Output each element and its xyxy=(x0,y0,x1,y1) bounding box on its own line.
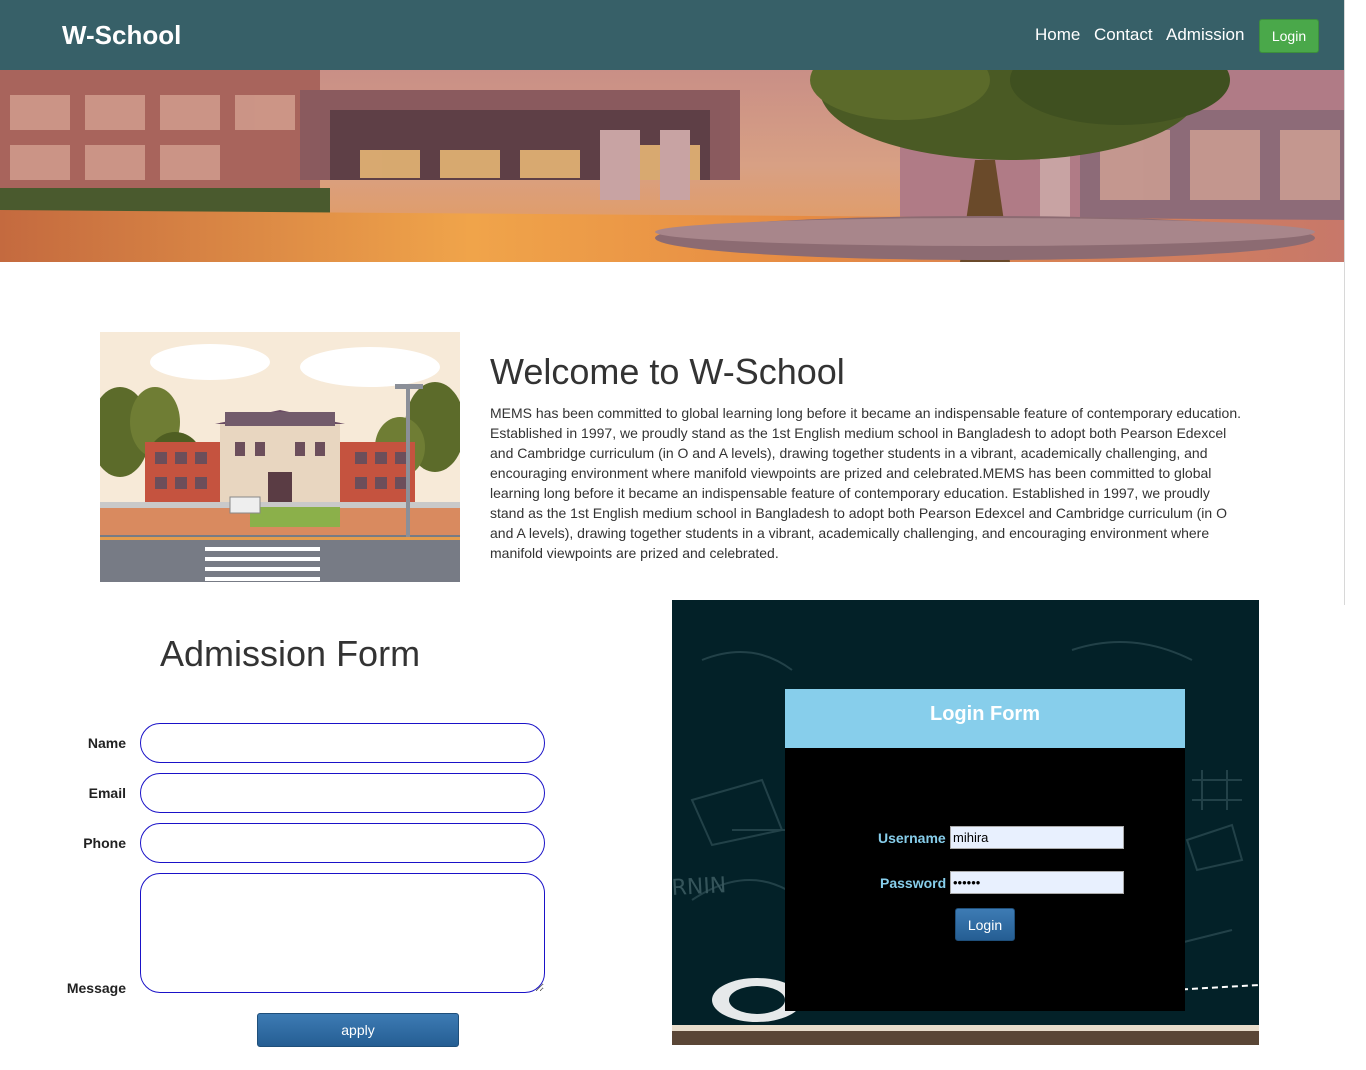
email-field[interactable] xyxy=(140,773,545,813)
phone-field[interactable] xyxy=(140,823,545,863)
name-field[interactable] xyxy=(140,723,545,763)
hero-banner xyxy=(0,70,1345,262)
welcome-paragraph: MEMS has been committed to global learni… xyxy=(490,405,1242,561)
page-edge-divider xyxy=(1344,0,1345,605)
email-label: Email xyxy=(88,785,126,801)
message-label: Message xyxy=(66,980,126,996)
navbar: W-School Home Contact Admission Login xyxy=(0,0,1345,70)
password-input[interactable] xyxy=(950,871,1124,894)
name-label: Name xyxy=(87,735,126,751)
nav-home-link[interactable]: Home xyxy=(1035,25,1080,45)
login-card: Login Form Username Password Login xyxy=(785,689,1185,1011)
apply-button[interactable]: apply xyxy=(257,1013,459,1047)
username-label: Username xyxy=(878,830,946,846)
hero-campus-image xyxy=(0,70,1345,262)
school-illustration xyxy=(100,332,460,582)
password-label: Password xyxy=(880,875,947,891)
phone-label: Phone xyxy=(83,835,126,851)
nav-admission-link[interactable]: Admission xyxy=(1166,25,1244,45)
brand-logo[interactable]: W-School xyxy=(62,20,181,51)
nav-contact-link[interactable]: Contact xyxy=(1094,25,1153,45)
page: W-School Home Contact Admission Login We… xyxy=(0,0,1345,1070)
login-header: Login Form xyxy=(785,689,1185,748)
admission-form-title: Admission Form xyxy=(160,633,421,674)
school-building-illustration xyxy=(100,332,460,582)
welcome-title: Welcome to W-School xyxy=(490,351,845,392)
message-field[interactable] xyxy=(140,873,545,993)
nav-login-button[interactable]: Login xyxy=(1259,19,1319,53)
username-input[interactable] xyxy=(950,826,1124,849)
login-submit-button[interactable]: Login xyxy=(955,908,1015,941)
svg-text:RNIN: RNIN xyxy=(672,873,727,901)
login-title: Login Form xyxy=(930,703,1040,725)
